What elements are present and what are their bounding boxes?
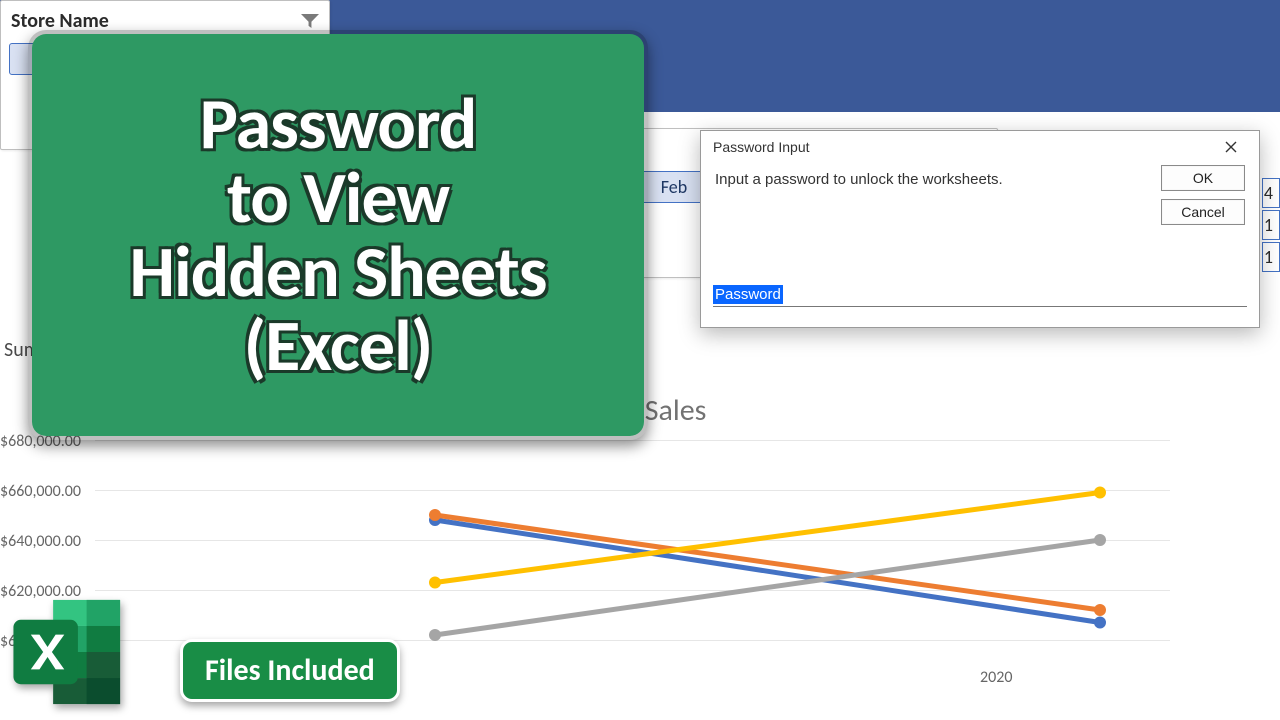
close-icon: [1225, 141, 1237, 153]
dialog-message: Input a password to unlock the worksheet…: [715, 171, 1003, 188]
data-cell: 1: [1262, 242, 1280, 272]
password-input[interactable]: Password: [713, 285, 1247, 307]
hero-text: Password to View Hidden Sheets (Excel): [130, 87, 547, 384]
slicer-item-feb[interactable]: Feb: [639, 171, 709, 203]
cancel-button[interactable]: Cancel: [1161, 199, 1245, 225]
y-axis-tick: $660,000.00: [0, 482, 81, 501]
dialog-title: Password Input: [713, 139, 810, 155]
excel-app-icon: [6, 590, 130, 714]
dialog-close-button[interactable]: [1209, 133, 1253, 161]
hero-line: Password: [130, 87, 547, 161]
hero-line: to View: [130, 161, 547, 235]
hero-overlay-card: Password to View Hidden Sheets (Excel): [28, 30, 648, 440]
files-included-badge: Files Included: [180, 639, 400, 702]
hero-line: (Excel): [130, 309, 547, 383]
password-input-value: Password: [713, 285, 783, 304]
y-axis-tick: $640,000.00: [0, 532, 81, 551]
dialog-titlebar[interactable]: Password Input: [701, 131, 1259, 163]
filter-icon[interactable]: [301, 14, 319, 28]
x-axis-tick: 2020: [980, 668, 1012, 687]
hero-line: Hidden Sheets: [130, 235, 547, 309]
data-cell: 1: [1262, 210, 1280, 240]
password-input-dialog: Password Input Input a password to unloc…: [700, 130, 1260, 328]
chart-plot-area: [95, 430, 1170, 660]
data-cell: 4: [1262, 178, 1280, 208]
ok-button[interactable]: OK: [1161, 165, 1245, 191]
